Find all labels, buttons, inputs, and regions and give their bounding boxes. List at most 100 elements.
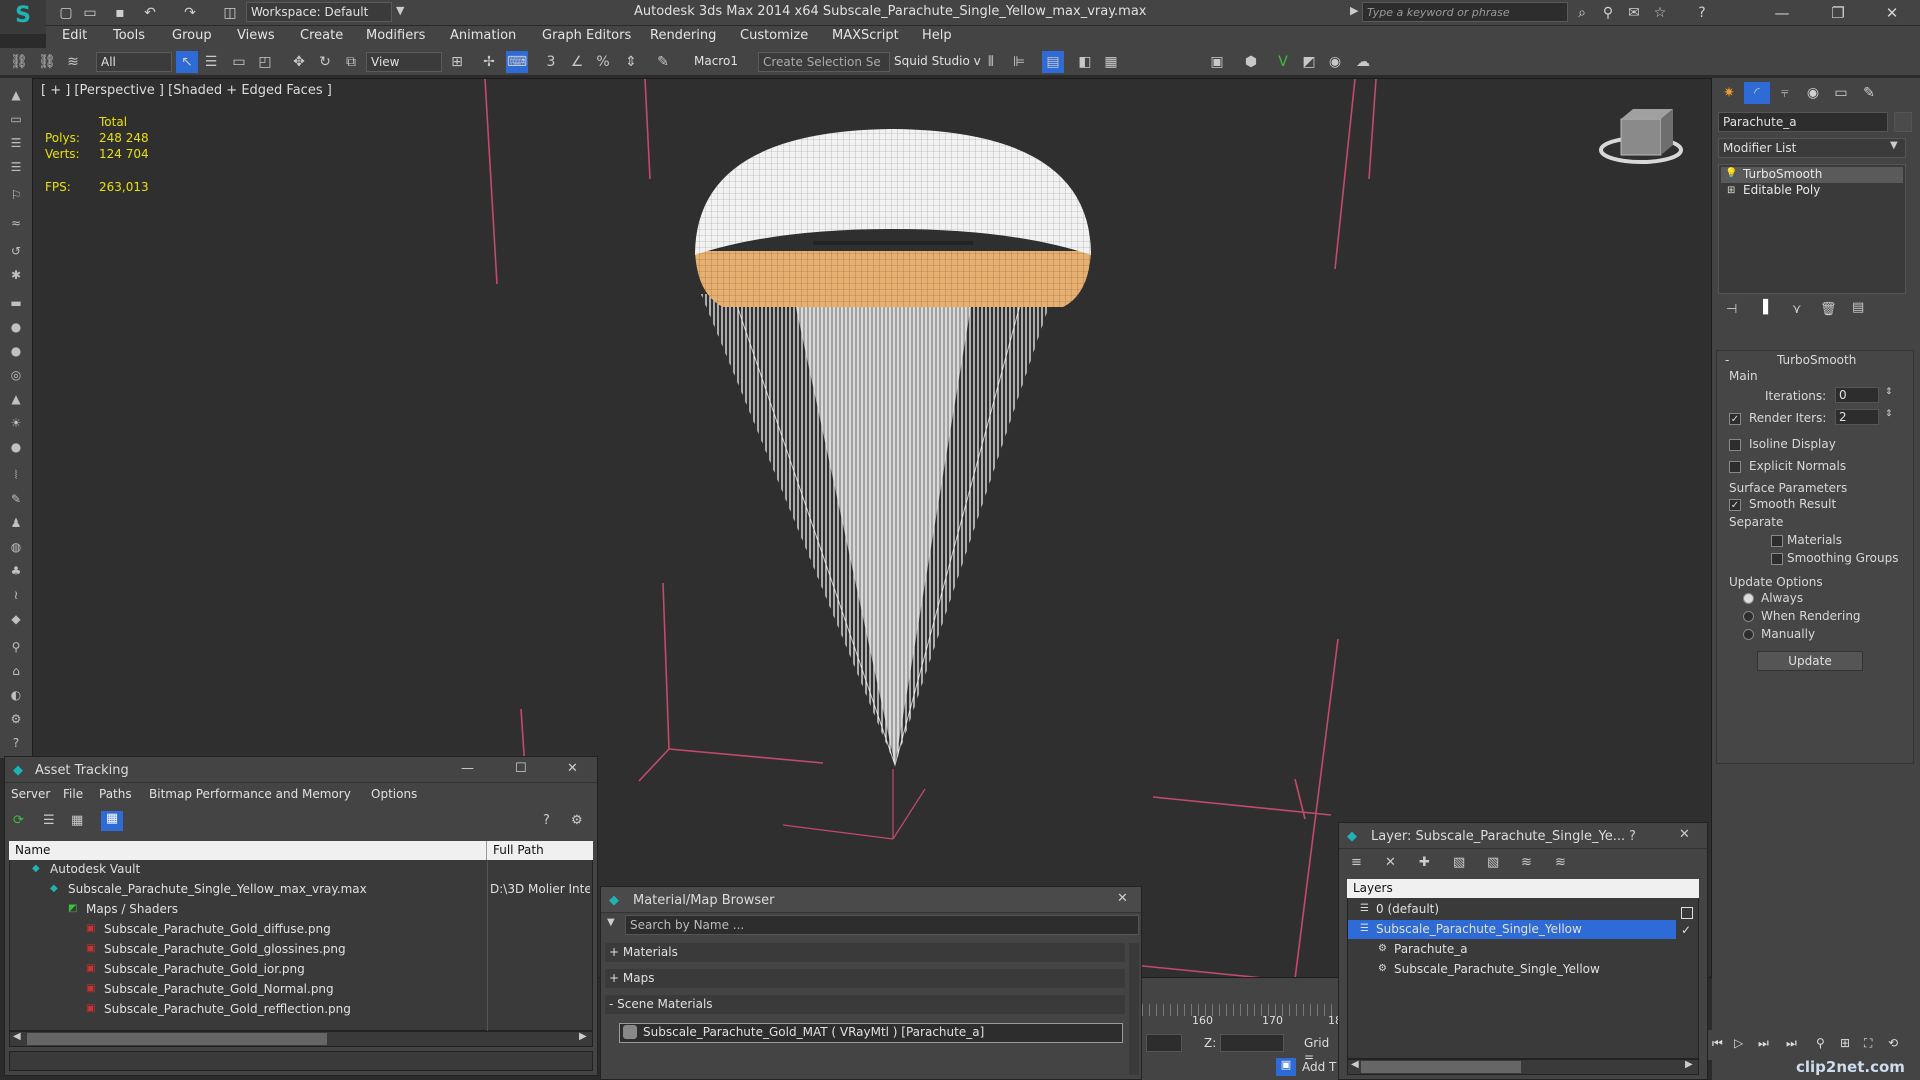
smooth-result-checkbox[interactable]: ✓ xyxy=(1729,499,1741,511)
layer-help-button[interactable]: ? xyxy=(1629,829,1636,844)
viewport-label[interactable]: [ + ] [Perspective ] [Shaded + Edged Fac… xyxy=(41,83,332,98)
render-iters-spinner-arrows-icon[interactable]: ⇕ xyxy=(1885,409,1893,419)
unlink-icon[interactable]: ⛓ xyxy=(36,51,58,73)
modifier-list-chevron-icon[interactable]: ▼ xyxy=(1890,140,1898,151)
scene-materials-group[interactable]: - Scene Materials xyxy=(605,995,1125,1014)
render-setup-icon[interactable]: ▣ xyxy=(1206,51,1228,73)
delete-layer-icon[interactable]: ✕ xyxy=(1385,855,1396,870)
turbosmooth-title[interactable]: TurboSmooth xyxy=(1777,353,1856,367)
menu-graph-editors[interactable]: Graph Editors xyxy=(542,28,631,43)
align-icon[interactable]: ⊫ xyxy=(1008,51,1030,73)
layer-row-name[interactable]: Subscale_Parachute_Single_Yellow xyxy=(1376,920,1582,939)
go-to-start-icon[interactable]: ⏮ xyxy=(1712,1036,1723,1051)
rotate-icon[interactable]: ↻ xyxy=(314,51,336,73)
layer-row-name[interactable]: 0 (default) xyxy=(1376,900,1439,919)
lock-icon[interactable]: ⌂ xyxy=(6,664,26,682)
select-objects-icon[interactable]: ▧ xyxy=(1453,855,1465,870)
redo-icon[interactable]: ↷ xyxy=(180,4,200,22)
systems-icon[interactable]: ↺ xyxy=(6,244,26,262)
go-to-end-icon[interactable]: ⏭ xyxy=(1786,1036,1797,1051)
asset-menu-options[interactable]: Options xyxy=(371,785,417,804)
modifier-list-dropdown[interactable]: Modifier List xyxy=(1718,138,1906,158)
layer-row-name[interactable]: Parachute_a xyxy=(1394,940,1468,959)
globe-icon[interactable]: ◍ xyxy=(6,540,26,558)
refresh-icon[interactable]: ⟳ xyxy=(13,813,24,828)
link-icon[interactable]: ⛓ xyxy=(8,51,30,73)
pivot-center-icon[interactable]: ⊞ xyxy=(446,51,468,73)
particle-icon[interactable]: ✱ xyxy=(6,268,26,286)
time-slider-ticks[interactable] xyxy=(1142,1004,1338,1016)
utilities-tab-icon[interactable]: ✎ xyxy=(1856,82,1882,104)
show-end-result-icon[interactable]: ▐ xyxy=(1758,300,1768,315)
percent-snap-icon[interactable]: % xyxy=(592,51,614,73)
hierarchy-tab-icon[interactable]: ⫧ xyxy=(1772,82,1798,104)
browser-options-chevron-icon[interactable]: ▼ xyxy=(607,917,615,928)
zoom-icon[interactable]: ⚲ xyxy=(1816,1036,1825,1050)
app-logo-icon[interactable]: S xyxy=(0,0,46,34)
spinner-snap-icon[interactable]: ⇕ xyxy=(620,51,642,73)
search-input[interactable]: Type a keyword or phrase xyxy=(1362,2,1568,22)
favorites-icon[interactable]: ☆ xyxy=(1650,4,1670,22)
object-name-field[interactable]: Parachute_a xyxy=(1718,112,1888,132)
tree-icon[interactable]: ♣ xyxy=(6,564,26,582)
asset-menu-file[interactable]: File xyxy=(63,785,83,804)
column-header-name[interactable]: Name xyxy=(9,841,487,860)
iterations-spinner-arrows-icon[interactable]: ⇕ xyxy=(1885,387,1893,397)
column-header-path[interactable]: Full Path xyxy=(487,841,593,860)
asset-row-path[interactable]: D:\3D Molier Inte xyxy=(490,880,590,899)
asset-minimize-button[interactable]: — xyxy=(461,761,474,776)
material-search-input[interactable]: Search by Name ... xyxy=(625,915,1139,935)
object-color-swatch[interactable] xyxy=(1894,112,1912,132)
select-object-icon[interactable]: ↖ xyxy=(176,51,198,73)
configure-sets-icon[interactable]: ▤ xyxy=(1852,300,1864,315)
iterations-spinner[interactable]: 0 xyxy=(1835,387,1879,403)
communication-icon[interactable]: ✉ xyxy=(1624,4,1644,22)
select-manipulate-icon[interactable]: ✢ xyxy=(478,51,500,73)
cloth-icon[interactable]: ◆ xyxy=(6,612,26,630)
scroll-left-icon[interactable]: ◀ xyxy=(13,1031,21,1042)
biped-icon[interactable]: ♟ xyxy=(6,516,26,534)
open-file-icon[interactable]: ▭ xyxy=(80,4,100,22)
field-of-view-icon[interactable]: ⛶ xyxy=(1864,1036,1872,1051)
bind-space-warp-icon[interactable]: ≋ xyxy=(62,51,84,73)
menu-tools[interactable]: Tools xyxy=(113,28,145,43)
create-helpers-icon[interactable]: ⚐ xyxy=(6,188,26,206)
menu-views[interactable]: Views xyxy=(237,28,275,43)
asset-row-name[interactable]: Subscale_Parachute_Gold_ior.png xyxy=(104,960,305,979)
asset-scroll-thumb[interactable] xyxy=(27,1033,327,1045)
maps-group[interactable]: + Maps xyxy=(605,969,1125,988)
material-browser-scrollbar[interactable] xyxy=(1129,943,1139,1075)
current-layer-check-icon[interactable]: ✓ xyxy=(1681,923,1691,937)
asset-row-name[interactable]: Maps / Shaders xyxy=(86,900,178,919)
brush-icon[interactable]: ⦚ xyxy=(6,468,26,486)
asset-maximize-button[interactable]: ☐ xyxy=(515,761,527,776)
magnifier-icon[interactable]: ⚲ xyxy=(6,640,26,658)
asset-menu-paths[interactable]: Paths xyxy=(99,785,132,804)
update-manually-radio[interactable] xyxy=(1743,629,1754,640)
paint-icon[interactable]: ✎ xyxy=(6,492,26,510)
menu-animation[interactable]: Animation xyxy=(450,28,516,43)
workspace-dropdown[interactable]: Workspace: Default xyxy=(246,2,392,22)
info-icon[interactable]: ? xyxy=(6,736,26,754)
layer-scroll-thumb[interactable] xyxy=(1361,1061,1521,1073)
asset-row-name[interactable]: Autodesk Vault xyxy=(50,860,140,879)
close-button[interactable]: ✕ xyxy=(1872,2,1912,24)
menu-create[interactable]: Create xyxy=(300,28,343,43)
display-tab-icon[interactable]: ▭ xyxy=(1828,82,1854,104)
asset-close-button[interactable]: ✕ xyxy=(567,761,578,776)
materials-group[interactable]: + Materials xyxy=(605,943,1125,962)
z-coordinate-field[interactable] xyxy=(1220,1034,1284,1052)
selection-filter-dropdown[interactable]: All xyxy=(96,52,172,72)
sun-light-icon[interactable]: ☀ xyxy=(6,416,26,434)
render-production-icon[interactable]: ◉ xyxy=(1324,51,1346,73)
pin-stack-icon[interactable]: ⊣ xyxy=(1726,302,1737,317)
add-to-layer-icon[interactable]: ✚ xyxy=(1419,855,1430,870)
menu-maxscript[interactable]: MAXScript xyxy=(832,28,899,43)
create-tab-icon[interactable]: ✷ xyxy=(1716,82,1742,104)
omni-light-icon[interactable]: ● xyxy=(6,440,26,458)
asset-row-name[interactable]: Subscale_Parachute_Gold_glossines.png xyxy=(104,940,346,959)
squid-studio-button[interactable]: Squid Studio v xyxy=(894,54,981,68)
scale-icon[interactable]: ⧉ xyxy=(340,51,362,73)
layer-manager-icon[interactable]: ▤ xyxy=(1042,51,1064,73)
scroll-right-icon[interactable]: ▶ xyxy=(579,1031,587,1042)
